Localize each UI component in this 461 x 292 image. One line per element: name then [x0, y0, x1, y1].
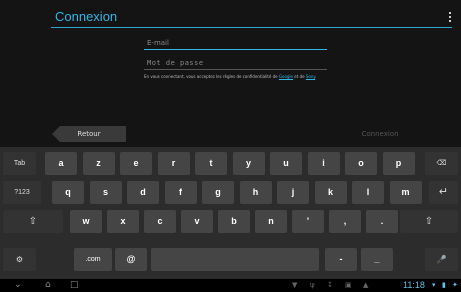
letter-key-5[interactable]: y — [232, 152, 265, 175]
soft-keyboard: Tab azertyuiop ⌫ ?123 qsdfghjklm ↵ ⇧ wxc… — [0, 147, 461, 279]
letter-key-1[interactable]: z — [82, 152, 115, 175]
letter-key-6[interactable]: j — [277, 181, 309, 204]
warning-icon: ▲ — [363, 281, 369, 289]
google-privacy-link[interactable]: Google — [279, 74, 293, 79]
letter-key-3[interactable]: v — [181, 210, 213, 233]
letter-key-0[interactable]: q — [52, 181, 84, 204]
letter-key-9[interactable]: p — [382, 152, 415, 175]
dotcom-key[interactable]: .com — [74, 248, 112, 271]
screenshot-icon: ▣ — [345, 281, 352, 289]
letter-key-4[interactable]: g — [202, 181, 234, 204]
system-navigation-bar: ⌄ ⌂ □ ▼ ψ ↧ ▣ ▲ 11:18 ▾ ▮ ✦ — [0, 279, 461, 292]
letter-key-3[interactable]: r — [157, 152, 190, 175]
letter-key-1[interactable]: s — [89, 181, 122, 204]
connect-button[interactable]: Connexion — [357, 126, 403, 142]
letter-key-0[interactable]: w — [70, 210, 102, 233]
letter-key-5[interactable]: h — [239, 181, 272, 204]
app-screen: Connexion E-mail Mot de passe En vous co… — [0, 0, 461, 147]
enter-key[interactable]: ↵ — [429, 181, 458, 204]
letter-key-5[interactable]: n — [255, 210, 287, 233]
recent-apps-icon[interactable]: □ — [70, 280, 79, 291]
wifi-icon: ▾ — [432, 281, 436, 289]
letter-key-9[interactable]: m — [389, 181, 422, 204]
letter-key-2[interactable]: e — [120, 152, 152, 175]
home-nav-icon[interactable]: ⌂ — [45, 280, 51, 291]
status-clock: 11:18 — [403, 280, 425, 290]
letter-key-7[interactable]: k — [314, 181, 347, 204]
at-key[interactable]: @ — [115, 248, 147, 271]
symbols-key[interactable]: ?123 — [3, 181, 41, 204]
password-underline — [144, 69, 327, 70]
battery-icon: ▮ — [442, 281, 446, 289]
settings-key[interactable]: ⚙ — [3, 248, 36, 271]
letter-key-6[interactable]: u — [270, 152, 302, 175]
letter-key-8[interactable]: o — [345, 152, 377, 175]
letter-key-0[interactable]: a — [45, 152, 77, 175]
letter-key-3[interactable]: f — [164, 181, 197, 204]
legal-text: En vous connectant, vous acceptez les rè… — [144, 74, 279, 79]
password-placeholder: Mot de passe — [147, 59, 204, 67]
title-divider — [51, 27, 452, 28]
password-field[interactable]: Mot de passe — [144, 57, 327, 70]
overflow-menu-icon[interactable] — [449, 12, 452, 23]
bluetooth-icon: ✦ — [452, 281, 458, 289]
navigation-row: Retour Connexion — [0, 124, 461, 147]
email-field[interactable]: E-mail — [144, 37, 327, 50]
microphone-key[interactable]: 🎤 — [425, 248, 458, 271]
keyboard-status-icon: ▼ — [292, 281, 298, 289]
back-button[interactable]: Retour — [52, 126, 126, 142]
back-nav-icon[interactable]: ⌄ — [14, 280, 22, 291]
underscore-key[interactable]: _ — [361, 248, 393, 271]
letter-key-8[interactable]: l — [352, 181, 384, 204]
shift-right-key[interactable]: ⇧ — [400, 210, 458, 233]
letter-key-7[interactable]: i — [307, 152, 340, 175]
letter-key-1[interactable]: x — [107, 210, 139, 233]
legal-text-middle: et de — [293, 74, 306, 79]
email-placeholder: E-mail — [147, 39, 169, 47]
letter-key-8[interactable]: . — [366, 210, 398, 233]
legal-text-end: . — [315, 74, 317, 79]
backspace-key[interactable]: ⌫ — [425, 152, 458, 175]
usb-icon: ψ — [310, 281, 315, 289]
letter-key-4[interactable]: t — [195, 152, 227, 175]
letter-key-7[interactable]: , — [329, 210, 361, 233]
letter-key-2[interactable]: d — [127, 181, 159, 204]
letter-key-4[interactable]: b — [218, 210, 250, 233]
download-icon: ↧ — [327, 281, 333, 289]
dash-key[interactable]: - — [325, 248, 357, 271]
sony-privacy-link[interactable]: Sony — [306, 74, 315, 79]
legal-notice: En vous connectant, vous acceptez les rè… — [144, 74, 329, 80]
letter-key-2[interactable]: c — [144, 210, 176, 233]
email-underline — [144, 49, 327, 50]
shift-key[interactable]: ⇧ — [3, 210, 63, 233]
tab-key[interactable]: Tab — [3, 152, 36, 175]
space-key[interactable] — [151, 248, 319, 271]
letter-key-6[interactable]: ' — [292, 210, 324, 233]
page-title: Connexion — [55, 9, 118, 24]
